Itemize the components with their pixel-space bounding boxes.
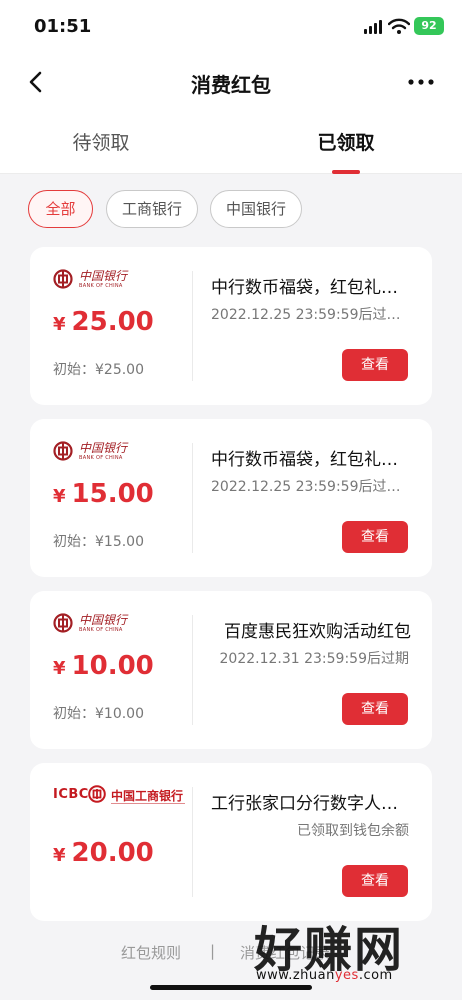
watermark-url: www.zhuanyes.com xyxy=(256,968,393,983)
footer-separator: | xyxy=(210,942,216,960)
view-button[interactable]: 查看 xyxy=(342,693,408,725)
tab-received[interactable]: 已领取 xyxy=(266,128,426,155)
initial-amount: 初始：¥15.00 xyxy=(53,534,144,550)
red-packet-card[interactable]: 中国银行 BANK OF CHINA ¥15.00 初始：¥15.00 中行数币… xyxy=(30,419,432,577)
wifi-icon xyxy=(388,18,410,34)
boc-logo-en: BANK OF CHINA xyxy=(79,283,123,289)
view-button[interactable]: 查看 xyxy=(342,521,408,553)
card-divider xyxy=(192,271,193,381)
packet-name: 工行张家口分行数字人… xyxy=(211,794,398,814)
icbc-logo-icon xyxy=(88,785,106,803)
red-packet-card[interactable]: ICBC 中国工商银行 ¥20.00 工行张家口分行数字人… 已领取到钱包余额 … xyxy=(30,763,432,921)
cellular-signal-icon xyxy=(364,20,384,34)
view-button[interactable]: 查看 xyxy=(342,865,408,897)
tab-pending[interactable]: 待领取 xyxy=(21,128,181,155)
packet-name: 中行数币福袋，红包礼… xyxy=(211,278,398,298)
filter-chip-boc[interactable]: 中国银行 xyxy=(210,190,302,228)
boc-logo-icon xyxy=(53,441,73,461)
status-time: 01:51 xyxy=(34,16,92,37)
amount: ¥25.00 xyxy=(53,307,154,337)
icbc-logo-cn: 中国工商银行 xyxy=(111,789,184,803)
boc-logo-en: BANK OF CHINA xyxy=(79,627,123,633)
filter-chip-all[interactable]: 全部 xyxy=(28,190,93,228)
card-divider xyxy=(192,443,193,553)
page-title: 消费红包 xyxy=(191,73,271,97)
rules-link[interactable]: 红包规则 xyxy=(121,942,181,963)
packet-expiry: 2022.12.25 23:59:59后过… xyxy=(211,307,401,323)
filter-chip-icbc[interactable]: 工商银行 xyxy=(106,190,198,228)
home-indicator xyxy=(150,985,312,990)
site-watermark: 好赚网 www.zhuanyes.com xyxy=(248,910,448,990)
amount: ¥10.00 xyxy=(53,651,154,681)
card-divider xyxy=(192,787,193,897)
tab-bar: 待领取 已领取 xyxy=(0,112,462,174)
packet-expiry: 2022.12.25 23:59:59后过… xyxy=(211,479,401,495)
red-packet-card[interactable]: 中国银行 BANK OF CHINA ¥25.00 初始：¥25.00 中行数币… xyxy=(30,247,432,405)
amount: ¥20.00 xyxy=(53,838,154,868)
icbc-logo-text: ICBC xyxy=(53,787,89,802)
initial-amount: 初始：¥25.00 xyxy=(53,362,144,378)
nav-bar: 消费红包 xyxy=(0,52,462,112)
red-packet-card[interactable]: 中国银行 BANK OF CHINA ¥10.00 初始：¥10.00 百度惠民… xyxy=(30,591,432,749)
packet-expiry: 2022.12.31 23:59:59后过期 xyxy=(219,651,410,667)
boc-logo-cn: 中国银行 xyxy=(79,269,128,283)
more-options-icon[interactable] xyxy=(406,68,436,96)
boc-logo-cn: 中国银行 xyxy=(79,613,128,627)
boc-logo-icon xyxy=(53,269,73,289)
view-button[interactable]: 查看 xyxy=(342,349,408,381)
packet-status: 已领取到钱包余额 xyxy=(297,823,409,839)
boc-logo-cn: 中国银行 xyxy=(79,441,128,455)
filter-bar: 全部 工商银行 中国银行 xyxy=(0,174,462,244)
icbc-logo-underline xyxy=(111,803,185,804)
packet-name: 中行数币福袋，红包礼… xyxy=(211,450,398,470)
packet-name: 百度惠民狂欢购活动红包 xyxy=(224,622,411,642)
card-divider xyxy=(192,615,193,725)
battery-icon: 92 xyxy=(414,17,444,35)
initial-amount: 初始：¥10.00 xyxy=(53,706,144,722)
boc-logo-en: BANK OF CHINA xyxy=(79,455,123,461)
status-bar: 01:51 92 xyxy=(0,0,462,52)
boc-logo-icon xyxy=(53,613,73,633)
amount: ¥15.00 xyxy=(53,479,154,509)
